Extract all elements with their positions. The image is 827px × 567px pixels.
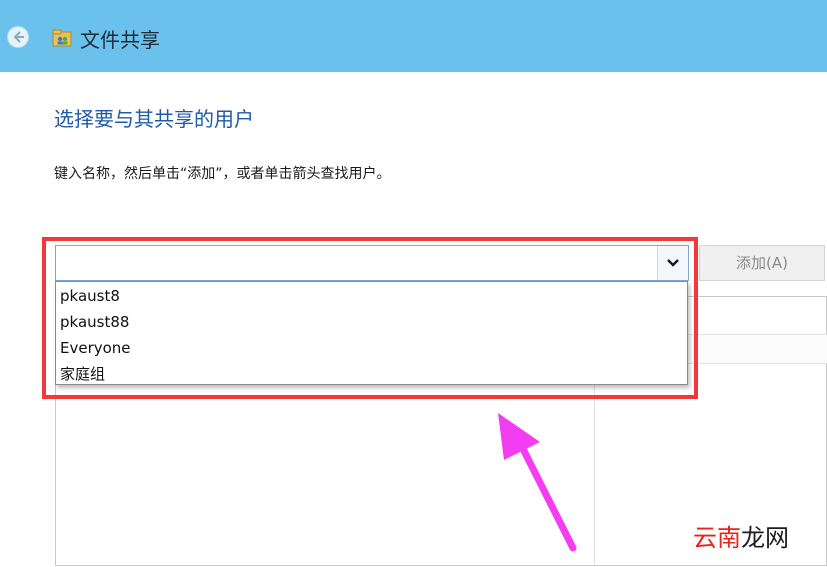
annotation-arrow-icon xyxy=(498,413,577,552)
watermark-part2: 龙网 xyxy=(741,524,789,552)
dropdown-arrow-button[interactable] xyxy=(657,246,688,280)
watermark: 云南龙网 xyxy=(693,518,789,553)
back-arrow-icon xyxy=(13,31,24,43)
back-button[interactable] xyxy=(7,26,29,48)
dropdown-option[interactable]: Everyone xyxy=(60,336,131,360)
dropdown-option[interactable]: 家庭组 xyxy=(60,362,105,386)
user-combo-box[interactable] xyxy=(55,245,689,281)
watermark-part1: 云南 xyxy=(693,524,741,552)
window-title: 文件共享 xyxy=(80,28,160,52)
add-button[interactable]: 添加(A) xyxy=(699,245,825,281)
dropdown-option[interactable]: pkaust8 xyxy=(60,284,120,308)
chevron-down-icon xyxy=(667,259,679,267)
share-folder-icon xyxy=(52,29,72,47)
dropdown-option[interactable]: pkaust88 xyxy=(60,310,129,334)
instruction-text: 键入名称，然后单击“添加”，或者单击箭头查找用户。 xyxy=(54,166,391,182)
title-bar: 文件共享 xyxy=(0,0,827,72)
user-dropdown-list: pkaust8 pkaust88 Everyone 家庭组 xyxy=(55,281,688,385)
user-name-input[interactable] xyxy=(56,246,656,280)
page-heading: 选择要与其共享的用户 xyxy=(54,107,254,131)
